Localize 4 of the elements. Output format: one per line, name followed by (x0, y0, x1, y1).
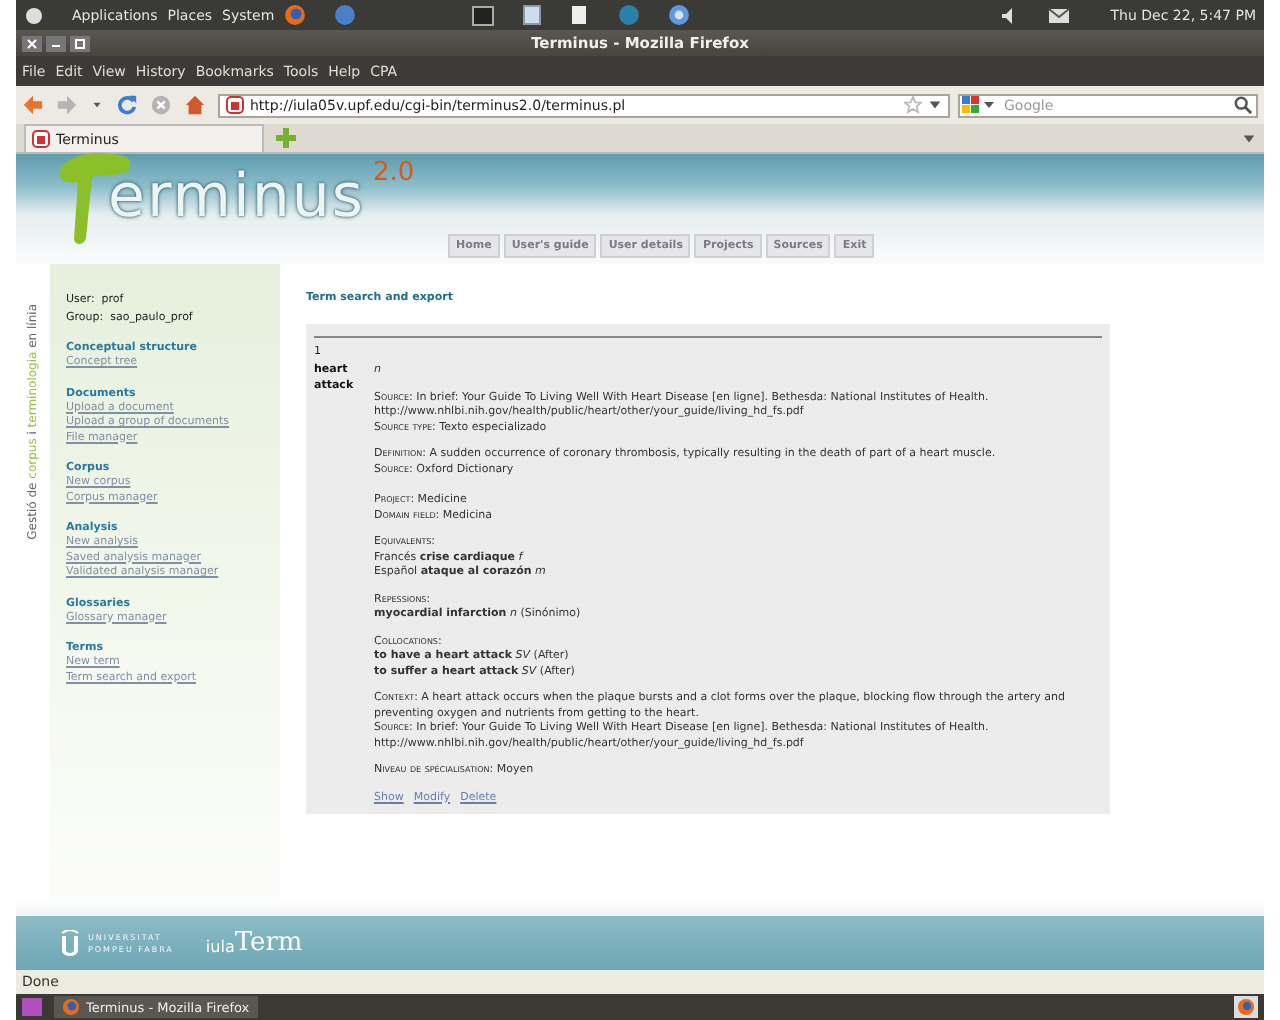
brand-logo-text: iula (205, 938, 235, 956)
brand-logo-text: Term (234, 928, 303, 958)
version-label: 2.0 (372, 158, 415, 188)
site-logo-text: erminus (108, 162, 365, 232)
